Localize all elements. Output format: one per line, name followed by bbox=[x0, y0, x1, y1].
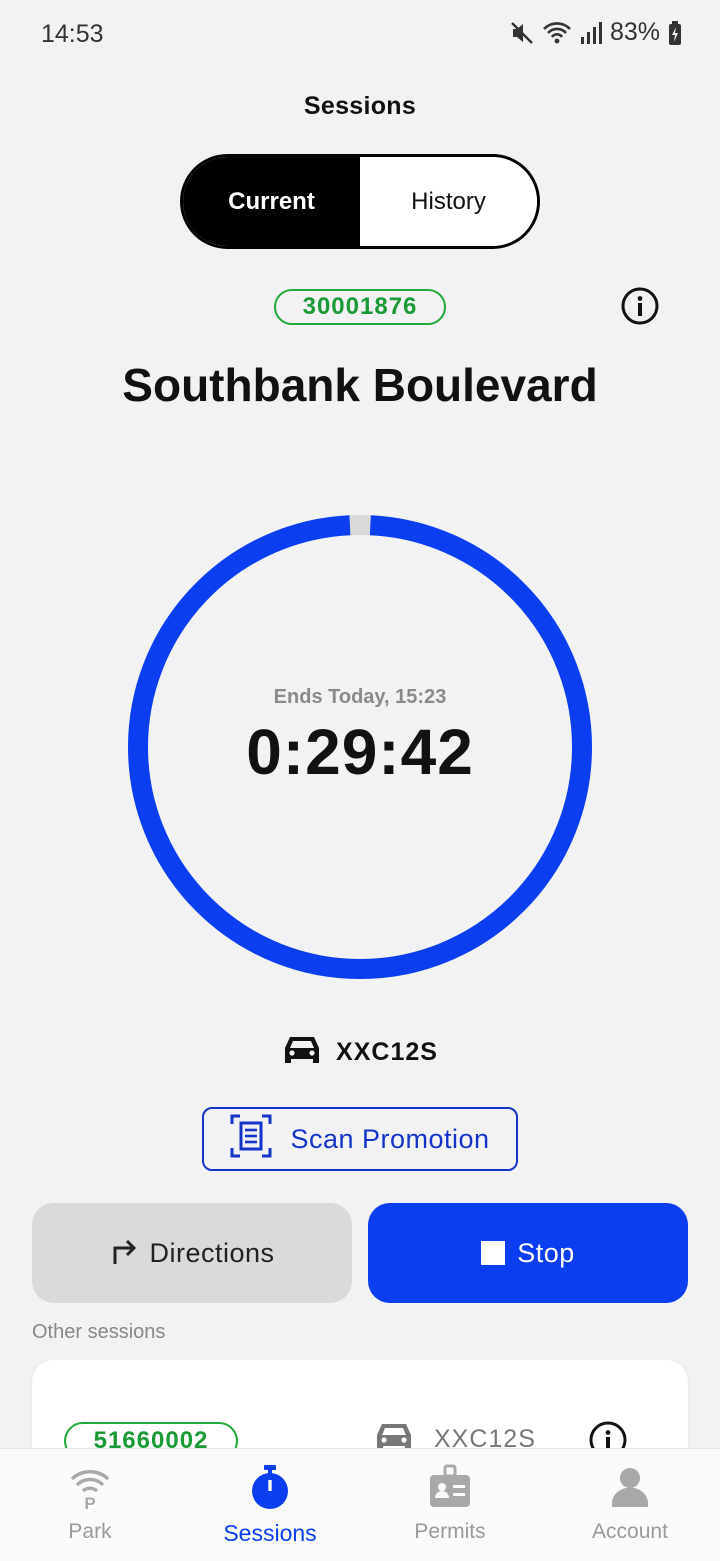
stop-label: Stop bbox=[517, 1237, 575, 1268]
timer-center: Ends Today, 15:23 0:29:42 bbox=[128, 514, 592, 980]
tab-history[interactable]: History bbox=[360, 157, 537, 246]
location-title: Southbank Boulevard bbox=[122, 359, 598, 411]
status-time: 14:53 bbox=[41, 20, 104, 48]
ends-label: Ends Today, 15:23 bbox=[273, 685, 447, 708]
account-icon bbox=[606, 1463, 654, 1516]
sessions-screen: 14:53 83% Sessions Current History 30001… bbox=[0, 0, 720, 1561]
svg-text:P: P bbox=[84, 1494, 95, 1511]
mute-icon bbox=[510, 20, 534, 46]
nav-account[interactable]: Account bbox=[540, 1449, 720, 1561]
scan-promotion-label: Scan Promotion bbox=[290, 1123, 490, 1154]
turn-right-arrow-icon bbox=[109, 1234, 141, 1273]
other-sessions-label: Other sessions bbox=[32, 1321, 166, 1343]
battery-percent: 83% bbox=[609, 18, 660, 46]
stop-icon bbox=[481, 1241, 506, 1265]
park-icon: P bbox=[66, 1463, 114, 1516]
countdown-timer: 0:29:42 bbox=[246, 715, 474, 788]
timer-ring: Ends Today, 15:23 0:29:42 bbox=[128, 514, 592, 980]
signal-icon bbox=[580, 21, 602, 45]
session-tabs: Current History bbox=[180, 154, 540, 249]
nav-account-label: Account bbox=[592, 1520, 668, 1543]
vehicle-plate: XXC12S bbox=[336, 1038, 438, 1066]
permit-icon bbox=[426, 1463, 474, 1516]
status-icons: 83% bbox=[510, 18, 682, 47]
battery-charging-icon bbox=[668, 20, 682, 46]
stop-button[interactable]: Stop bbox=[368, 1203, 688, 1303]
nav-park-label: Park bbox=[68, 1520, 112, 1543]
directions-label: Directions bbox=[149, 1237, 275, 1268]
wifi-icon bbox=[542, 20, 572, 46]
vehicle-row: XXC12S bbox=[0, 1033, 720, 1072]
nav-park[interactable]: P Park bbox=[0, 1449, 180, 1561]
nav-permits-label: Permits bbox=[414, 1520, 486, 1543]
bottom-nav: P Park Sessions Permits Account bbox=[0, 1448, 720, 1561]
nav-sessions[interactable]: Sessions bbox=[180, 1449, 360, 1561]
nav-permits[interactable]: Permits bbox=[360, 1449, 540, 1561]
info-icon[interactable] bbox=[620, 286, 660, 326]
tab-current[interactable]: Current bbox=[183, 157, 360, 246]
nav-sessions-label: Sessions bbox=[223, 1520, 317, 1546]
stopwatch-icon bbox=[246, 1463, 294, 1516]
scan-promotion-button[interactable]: Scan Promotion bbox=[202, 1107, 518, 1171]
status-bar: 14:53 83% bbox=[0, 0, 720, 70]
car-icon bbox=[282, 1033, 322, 1072]
zone-badge: 30001876 bbox=[274, 289, 446, 325]
directions-button[interactable]: Directions bbox=[32, 1203, 352, 1303]
page-title: Sessions bbox=[303, 92, 417, 120]
scan-icon bbox=[230, 1114, 272, 1165]
